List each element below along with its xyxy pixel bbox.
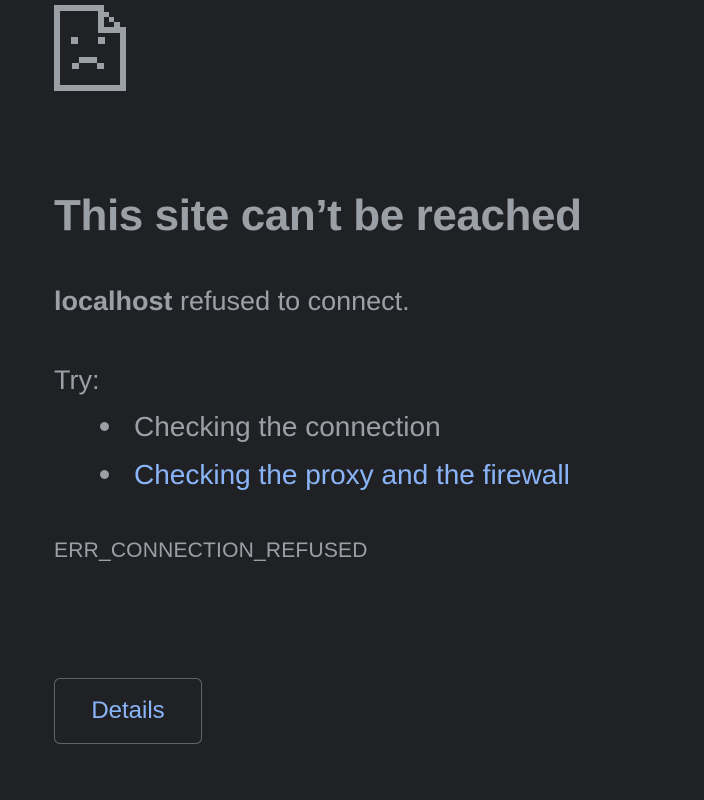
- sad-page-icon: [54, 5, 126, 91]
- bullet-icon: [100, 422, 109, 431]
- suggestion-item-connection: Checking the connection: [54, 410, 570, 458]
- proxy-firewall-link[interactable]: Checking the proxy and the firewall: [134, 459, 570, 490]
- try-label: Try:: [54, 365, 100, 395]
- bullet-icon: [100, 470, 109, 479]
- error-message-text: refused to connect.: [172, 286, 410, 316]
- suggestion-item-proxy-firewall: Checking the proxy and the firewall: [54, 458, 570, 506]
- error-title: This site can’t be reached: [54, 191, 582, 240]
- suggestion-list: Checking the connection Checking the pro…: [54, 410, 570, 506]
- suggestion-check-connection: Checking the connection: [134, 411, 441, 442]
- details-button[interactable]: Details: [54, 678, 202, 744]
- error-code: ERR_CONNECTION_REFUSED: [54, 539, 368, 562]
- error-message: localhost refused to connect.: [54, 284, 410, 318]
- host-name: localhost: [54, 286, 173, 316]
